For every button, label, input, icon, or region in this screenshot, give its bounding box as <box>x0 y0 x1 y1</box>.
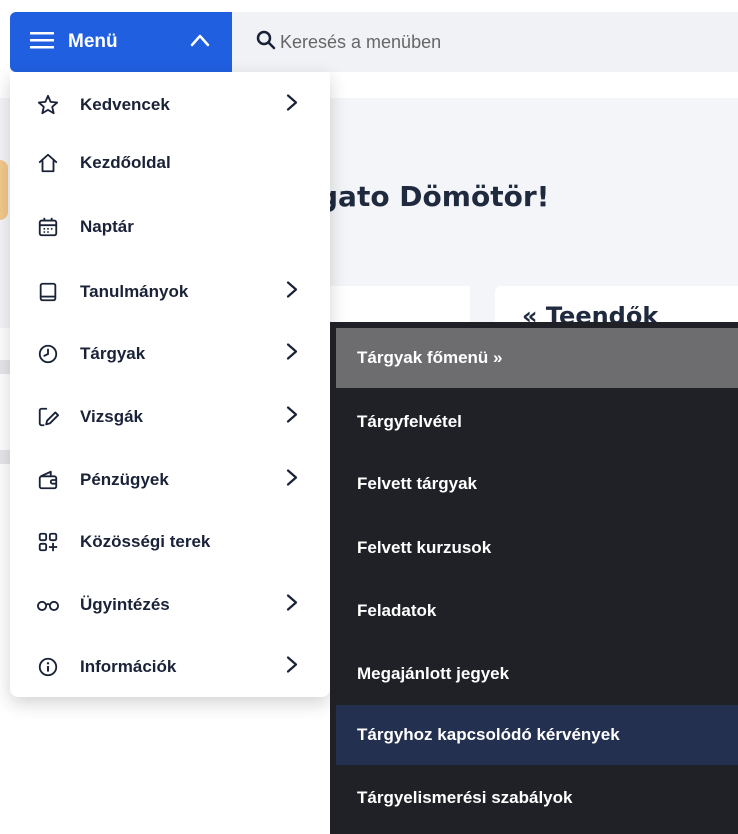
menu-toggle-button[interactable]: Menü <box>10 12 232 72</box>
menu-label: Menü <box>68 31 118 52</box>
menu-item-informaciok[interactable]: Információk <box>10 642 330 692</box>
search-placeholder: Keresés a menüben <box>280 31 442 52</box>
exam-edit-icon <box>36 405 60 429</box>
grid-plus-icon <box>36 530 60 554</box>
hamburger-icon <box>30 30 54 55</box>
submenu-item-megajanlott-jegyek[interactable]: Megajánlott jegyek <box>336 644 738 704</box>
chevron-right-icon <box>286 343 298 366</box>
greeting-title: gato Dömötör! <box>318 180 550 213</box>
submenu-item-felvett-kurzusok[interactable]: Felvett kurzusok <box>336 518 738 578</box>
menu-item-kedvencek[interactable]: Kedvencek <box>10 80 330 130</box>
submenu-item-felvett-targyak[interactable]: Felvett tárgyak <box>336 454 738 514</box>
submenu-item-targyhoz-kapcsolodo-kervenyek[interactable]: Tárgyhoz kapcsolódó kérvények <box>336 705 738 765</box>
chevron-right-icon <box>286 94 298 117</box>
wallet-icon <box>36 468 60 492</box>
chevron-right-icon <box>286 656 298 679</box>
menu-item-label: Információk <box>80 657 177 676</box>
menu-item-kozossegi-terek[interactable]: Közösségi terek <box>10 517 330 567</box>
menu-item-label: Vizsgák <box>80 407 144 426</box>
menu-item-label: Tanulmányok <box>80 282 189 301</box>
menu-item-ugyintezes[interactable]: Ügyintézés <box>10 580 330 630</box>
chevron-right-icon <box>286 406 298 429</box>
menu-item-label: Pénzügyek <box>80 470 169 489</box>
submenu-targyak: Tárgyak főmenü » Tárgyfelvétel Felvett t… <box>330 322 738 834</box>
menu-item-label: Kezdőoldal <box>80 153 171 172</box>
submenu-item-targyfelvetel[interactable]: Tárgyfelvétel <box>336 392 738 452</box>
avatar-edge <box>0 160 8 220</box>
search-icon <box>256 30 276 55</box>
menu-item-vizsgak[interactable]: Vizsgák <box>10 392 330 442</box>
menu-item-kezdooldal[interactable]: Kezdőoldal <box>10 138 330 188</box>
menu-item-label: Tárgyak <box>80 344 146 363</box>
home-icon <box>36 151 60 175</box>
star-icon <box>36 93 60 117</box>
submenu-item-feladatok[interactable]: Feladatok <box>336 581 738 641</box>
submenu-header-link[interactable]: Tárgyak főmenü » <box>336 328 738 388</box>
menu-item-label: Ügyintézés <box>80 595 170 614</box>
chevron-up-icon <box>190 33 210 52</box>
chevron-right-icon <box>286 281 298 304</box>
menu-item-penzugyek[interactable]: Pénzügyek <box>10 455 330 505</box>
book-icon <box>36 280 60 304</box>
menu-item-naptar[interactable]: Naptár <box>10 202 330 252</box>
chevron-right-icon <box>286 594 298 617</box>
calendar-icon <box>36 215 60 239</box>
glasses-icon <box>36 593 60 617</box>
menu-item-targyak[interactable]: Tárgyak <box>10 329 330 379</box>
info-icon <box>36 655 60 679</box>
main-menu-dropdown: Kedvencek Kezdőoldal Naptár Tanulmányok … <box>10 72 330 697</box>
chevron-right-icon <box>286 469 298 492</box>
submenu-item-targyelismeresi-szabalyok[interactable]: Tárgyelismerési szabályok <box>336 768 738 828</box>
menu-item-label: Kedvencek <box>80 95 170 114</box>
menu-search-input[interactable]: Keresés a menüben <box>232 12 738 72</box>
clock-icon <box>36 342 60 366</box>
menu-item-label: Közösségi terek <box>80 532 211 551</box>
menu-item-label: Naptár <box>80 217 134 236</box>
menu-item-tanulmanyok[interactable]: Tanulmányok <box>10 267 330 317</box>
